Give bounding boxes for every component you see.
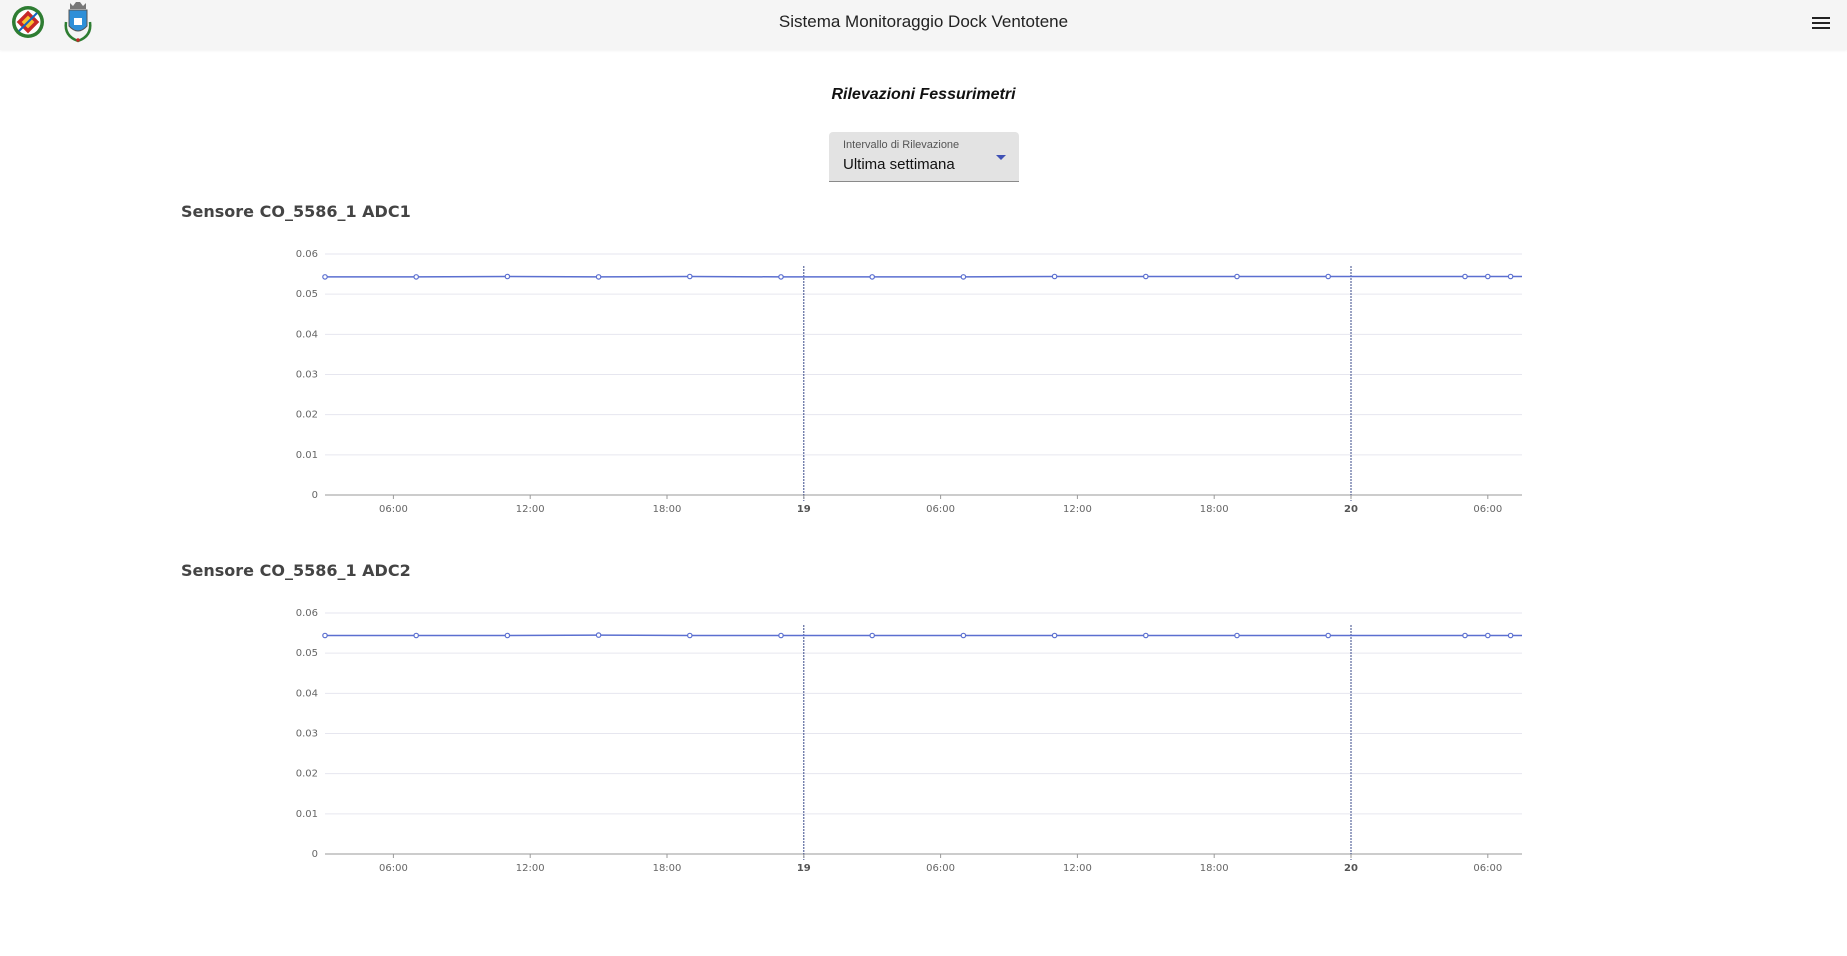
y-tick-label: 0.02 bbox=[296, 410, 318, 421]
chart-adc2: 0 0.01 0.02 0.03 0.04 0.05 0.06 06:00 12:00 18:00… bbox=[296, 608, 1522, 874]
data-point bbox=[322, 632, 328, 639]
data-point bbox=[595, 632, 602, 638]
x-tick-label: 12:00 bbox=[516, 863, 545, 874]
x-tick-label: 12:00 bbox=[1063, 863, 1092, 874]
x-tick-label: 20 bbox=[1344, 504, 1358, 515]
data-point bbox=[322, 274, 328, 280]
x-tick-label: 06:00 bbox=[1473, 504, 1502, 515]
data-point bbox=[413, 274, 420, 280]
interval-select[interactable]: Intervallo di Rilevazione Ultima settima… bbox=[829, 132, 1019, 182]
y-tick-label: 0.04 bbox=[296, 329, 318, 340]
app-title: Sistema Monitoraggio Dock Ventotene bbox=[778, 12, 1069, 31]
y-tick-label: 0 bbox=[312, 849, 318, 860]
data-point bbox=[1234, 632, 1240, 639]
y-tick-label: 0.02 bbox=[296, 769, 318, 780]
x-tick-label: 20 bbox=[1344, 863, 1358, 874]
data-point bbox=[595, 274, 602, 280]
data-point bbox=[778, 274, 784, 280]
data-point bbox=[1051, 273, 1058, 280]
x-tick-label: 18:00 bbox=[653, 863, 682, 874]
sensor-title-adc1: Sensore CO_5586_1 ADC1 bbox=[181, 202, 411, 221]
data-point bbox=[1462, 273, 1468, 280]
hamburger-menu-icon[interactable] bbox=[1810, 14, 1832, 34]
data-point bbox=[1051, 632, 1058, 639]
data-point bbox=[504, 632, 511, 639]
data-point bbox=[1507, 632, 1514, 639]
y-tick-label: 0.03 bbox=[296, 370, 318, 381]
data-point bbox=[869, 632, 876, 639]
y-tick-label: 0.06 bbox=[296, 608, 318, 619]
data-point bbox=[1143, 273, 1149, 280]
dropdown-arrow-icon[interactable] bbox=[996, 155, 1006, 160]
data-point bbox=[1325, 273, 1332, 280]
x-tick-label: 19 bbox=[797, 863, 811, 874]
data-point bbox=[1485, 273, 1491, 280]
data-point bbox=[686, 632, 693, 639]
y-tick-label: 0 bbox=[312, 490, 318, 501]
data-point bbox=[413, 632, 420, 639]
chart-adc1: 0 0.01 0.02 0.03 0.04 0.05 0.06 06:00 12:00 18:00… bbox=[296, 249, 1522, 515]
x-tick-label: 06:00 bbox=[379, 504, 408, 515]
y-tick-label: 0.05 bbox=[296, 289, 318, 300]
data-point bbox=[960, 274, 967, 280]
y-tick-label: 0.01 bbox=[296, 450, 318, 461]
top-app-bar: Sistema Monitoraggio Dock Ventotene bbox=[0, 0, 1847, 50]
data-point bbox=[1325, 632, 1332, 639]
page-title: Rilevazioni Fessurimetri bbox=[831, 86, 1016, 103]
data-point bbox=[1234, 273, 1240, 280]
data-point bbox=[1462, 632, 1468, 639]
y-tick-label: 0.01 bbox=[296, 809, 318, 820]
x-tick-label: 06:00 bbox=[379, 863, 408, 874]
sensor-title-adc2: Sensore CO_5586_1 ADC2 bbox=[181, 561, 411, 580]
data-point bbox=[686, 273, 693, 280]
interval-select-label: Intervallo di Rilevazione bbox=[843, 139, 960, 151]
x-tick-label: 12:00 bbox=[516, 504, 545, 515]
x-tick-label: 12:00 bbox=[1063, 504, 1092, 515]
y-tick-label: 0.04 bbox=[296, 688, 318, 699]
data-point bbox=[1485, 632, 1491, 639]
x-tick-label: 18:00 bbox=[1200, 504, 1229, 515]
y-tick-label: 0.03 bbox=[296, 729, 318, 740]
x-tick-label: 06:00 bbox=[926, 504, 955, 515]
x-tick-label: 18:00 bbox=[653, 504, 682, 515]
x-tick-label: 19 bbox=[797, 504, 811, 515]
data-point bbox=[960, 632, 967, 639]
data-point bbox=[1143, 632, 1149, 639]
x-tick-label: 06:00 bbox=[1473, 863, 1502, 874]
x-tick-label: 18:00 bbox=[1200, 863, 1229, 874]
y-tick-label: 0.06 bbox=[296, 249, 318, 260]
data-point bbox=[504, 273, 511, 280]
data-point bbox=[1507, 273, 1514, 280]
data-point bbox=[869, 274, 876, 280]
y-tick-label: 0.05 bbox=[296, 648, 318, 659]
x-tick-label: 06:00 bbox=[926, 863, 955, 874]
interval-select-value: Ultima settimana bbox=[843, 156, 955, 173]
data-point bbox=[778, 632, 784, 639]
